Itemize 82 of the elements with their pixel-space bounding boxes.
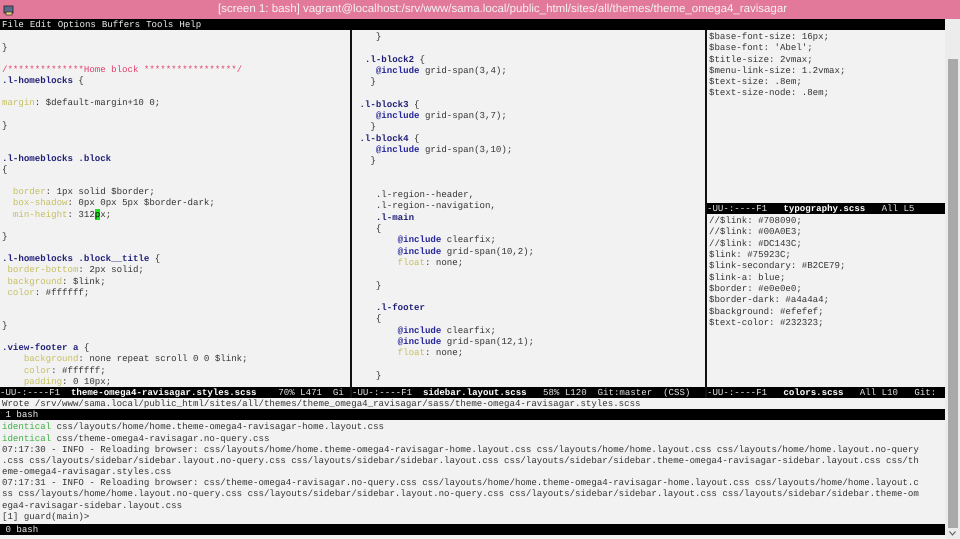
code-line: //$link: #DC143C; [709, 238, 802, 250]
code-line: margin: $default-margin+10 0; [2, 97, 160, 109]
code-line: } [2, 120, 8, 131]
code-line: @include grid-span(12,1); [396, 336, 534, 348]
code-line: $base-font-size: 16px; [709, 31, 830, 42]
code-line: //$link: #00A0E3; [709, 226, 802, 238]
echo-line: Wrote /srv/www/sama.local/public_html/sites/all/themes/theme_omega4_ravisagar/sass/theme-omega4-ravisagar.styles.scss [1, 398, 642, 410]
code-line: float: none; [396, 256, 464, 268]
code-line: $link: #75923C; [709, 249, 791, 260]
menu-item[interactable]: Buffers [102, 19, 140, 30]
code-line: .l-region--navigation, [374, 200, 496, 212]
code-line: } [2, 42, 8, 54]
terminal-line: 07:17:30 - INFO - Reloading browser: css/layouts/home/home.theme-omega4-ravisagar-home.layout.css css/layouts/home/home.layout.css css/layouts/home/home.layout.no-query [2, 444, 919, 455]
scrollbar-thumb[interactable] [948, 59, 958, 528]
code-line: { [374, 223, 382, 234]
code-line: $text-size: .8em; [709, 76, 802, 88]
code-line: @include grid-span(10,2); [396, 246, 534, 257]
code-line: $border: #e0e0e0; [709, 282, 802, 294]
code-line: /**************Home block *****************/ [2, 64, 242, 76]
code-line: @include grid-span(3,4); [375, 64, 507, 76]
code-line: $link-a: blue; [709, 272, 786, 283]
code-line: $border-dark: #a4a4a4; [709, 294, 830, 306]
code-line: box-shadow: 0px 0px 5px $border-dark; [12, 197, 215, 209]
menu-item[interactable]: File [2, 19, 24, 30]
code-line: background: none repeat scroll 0 0 $link; [22, 353, 248, 365]
window-title: [screen 1: bash] vagrant@localhost:/srv/www/sama.local/public_html/sites/all/themes/theme_omega4_ravisagar [218, 2, 788, 17]
code-line: } [374, 370, 382, 382]
code-line: $title-size: 2vmax; [709, 54, 813, 65]
code-line: $background: #efefef; [709, 306, 824, 317]
code-line: } [369, 121, 376, 133]
code-line: } [2, 320, 8, 332]
chevron-down-icon[interactable] [949, 531, 956, 536]
code-line: .l-block2 { [364, 54, 425, 65]
code-line: $text-color: #232323; [709, 316, 824, 328]
code-line: color: #ffffff; [6, 286, 90, 298]
code-line: .l-main [374, 212, 414, 224]
code-line: padding: 0 10px; [22, 376, 112, 388]
code-line: .l-region--header, [374, 189, 474, 200]
code-line: background: $link; [6, 276, 106, 287]
code-line: border-bottom: 2px solid; [6, 264, 144, 276]
terminal-line: identical css/theme-omega4-ravisagar.no-query.css [2, 432, 270, 444]
menu-item[interactable]: Tools [146, 19, 174, 30]
terminal-line: ss css/layouts/home/home.layout.no-query.css css/layouts/sidebar/sidebar.layout.no-query.css css/layouts/sidebar/sidebar.layout.css css/layouts/sidebar/sidebar.theme-om [2, 488, 919, 500]
code-line: .l-footer [374, 302, 425, 314]
code-line: $link-secondary: #B2CE79; [709, 260, 846, 272]
code-line: } [2, 230, 8, 242]
code-line: //$link: #708090; [709, 215, 802, 226]
code-line: } [374, 280, 382, 291]
code-line: $text-size-node: .8em; [709, 87, 830, 99]
terminal-app-icon [3, 4, 15, 16]
code-line: .view-footer a { [2, 342, 90, 354]
code-line: .l-homeblocks .block [2, 152, 112, 164]
code-line: .l-block3 { [358, 98, 420, 110]
code-line: } [369, 76, 376, 88]
code-line: } [369, 155, 376, 167]
code-line: @include clearfix; [396, 324, 496, 336]
code-line: { [374, 313, 382, 325]
code-line: .l-homeblocks .block__title { [2, 253, 160, 264]
code-line: { [2, 164, 8, 176]
code-line: min-height: 312px; [12, 208, 112, 220]
code-line: .l-block4 { [358, 132, 420, 144]
terminal-line: .css css/layouts/sidebar/sidebar.layout.no-query.css css/layouts/sidebar/sidebar.layout.css css/layouts/sidebar/sidebar.theme-omega4-ravisagar-sidebar.layout.css css/th [2, 454, 919, 466]
terminal-line: 07:17:31 - INFO - Reloading browser: css/theme-omega4-ravisagar.no-query.css css/layouts/home/home.theme-omega4-ravisagar-home.layout.css css/layouts/home/home.layout.c [2, 477, 919, 488]
code-line: @include grid-span(3,10); [375, 144, 512, 156]
menu-item[interactable]: Help [179, 19, 202, 30]
screen-window-bar: 1 bash [0, 409, 945, 420]
code-line: @include grid-span(3,7); [375, 110, 507, 122]
code-line: $base-font: 'Abel'; [709, 42, 813, 54]
menu-item[interactable]: Edit [30, 19, 52, 30]
terminal-line: identical css/layouts/home/home.theme-omega4-ravisagar-home.layout.css [2, 421, 384, 432]
code-line: border: 1px solid $border; [12, 186, 155, 198]
terminal-line: [1] guard(main)> [2, 510, 90, 522]
code-line: @include clearfix; [396, 234, 496, 246]
screen-window-bar: 0 bash [0, 524, 945, 535]
terminal-line: ega4-ravisagar-sidebar.layout.css [2, 500, 182, 511]
code-line: $menu-link-size: 1.2vmax; [709, 64, 846, 76]
code-line: .l-homeblocks { [2, 75, 84, 87]
code-line: float: none; [396, 347, 464, 359]
terminal-line: eme-omega4-ravisagar.styles.css [2, 466, 172, 478]
code-line: color: #ffffff; [22, 364, 106, 376]
menu-item[interactable]: Options [58, 19, 96, 30]
code-line: } [374, 31, 382, 42]
